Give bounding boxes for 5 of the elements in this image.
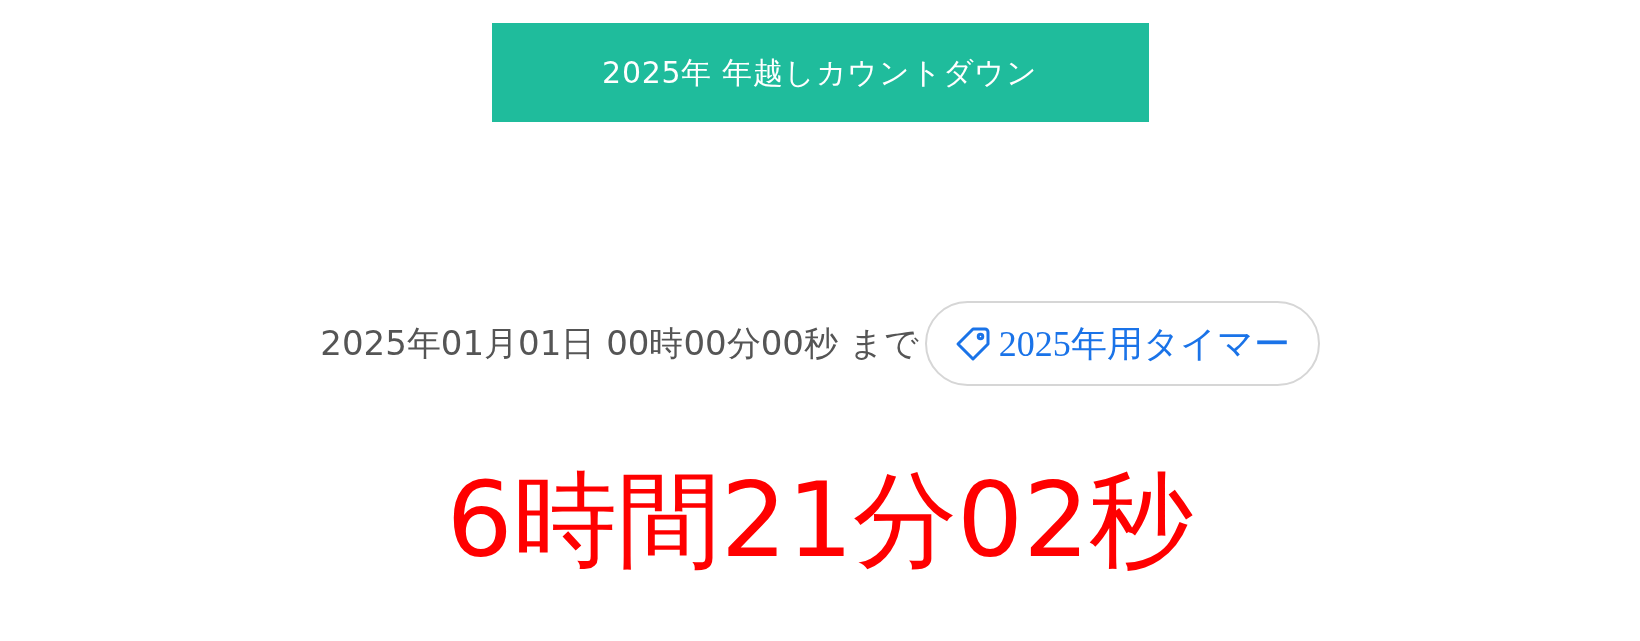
- target-date-text: 2025年01月01日 00時00分00秒 まで: [320, 322, 919, 365]
- tag-link[interactable]: 2025年用タイマー: [924, 301, 1320, 386]
- countdown-display: 6時間21分02秒: [446, 468, 1194, 572]
- banner-title: 2025年 年越しカウントダウン: [602, 54, 1038, 92]
- tag-icon: [954, 325, 991, 362]
